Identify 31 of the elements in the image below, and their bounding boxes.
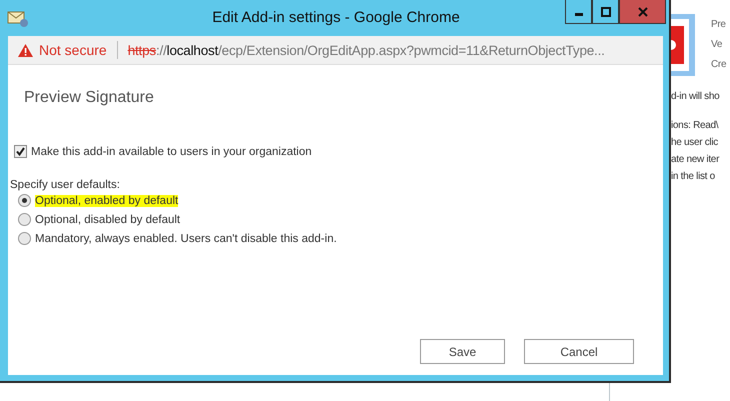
maximize-button[interactable] [592, 0, 619, 24]
option-label[interactable]: Optional, disabled by default [35, 214, 180, 226]
security-label[interactable]: Not secure [39, 42, 107, 58]
checkbox-label[interactable]: Make this add-in available to users in your organization [31, 146, 312, 158]
availability-checkbox[interactable] [14, 145, 27, 158]
defaults-label: Specify user defaults: [10, 179, 121, 191]
minimize-icon [574, 13, 582, 16]
radio-button[interactable] [18, 194, 31, 207]
close-button[interactable] [619, 0, 666, 24]
warning-icon [18, 44, 33, 56]
background-text: d-in will sho [671, 90, 720, 104]
background-text: in the list o [671, 170, 716, 184]
save-button[interactable]: Save [420, 339, 505, 364]
background-text: ions: Read\ [671, 119, 720, 133]
option-label[interactable]: Mandatory, always enabled. Users can't disable this add-in. [35, 232, 337, 244]
url-text[interactable]: https://localhost/ecp/Extension/OrgEditApp.aspx?pwmcid=11&ReturnObjectType... [128, 42, 605, 58]
window-title: Edit Add-in settings - Google Chrome [211, 9, 461, 26]
background-text: Pre [711, 18, 726, 32]
maximize-icon [600, 6, 610, 16]
close-icon [638, 6, 648, 16]
dialog-heading: Preview Signature [24, 89, 155, 107]
background-text: ate new iter [671, 153, 720, 167]
radio-button[interactable] [18, 213, 31, 226]
minimize-button[interactable] [565, 0, 592, 24]
background-text: Ve [711, 38, 724, 52]
background-text: he user clic [671, 136, 719, 150]
background-text: Cre [711, 58, 726, 72]
stamp-icon [671, 14, 695, 76]
address-bar[interactable]: Not secure https://localhost/ecp/Extension/OrgEditApp.aspx?pwmcid=11&ReturnObjectType... [8, 36, 663, 65]
radio-button[interactable] [18, 232, 31, 245]
cancel-button[interactable]: Cancel [524, 339, 634, 364]
